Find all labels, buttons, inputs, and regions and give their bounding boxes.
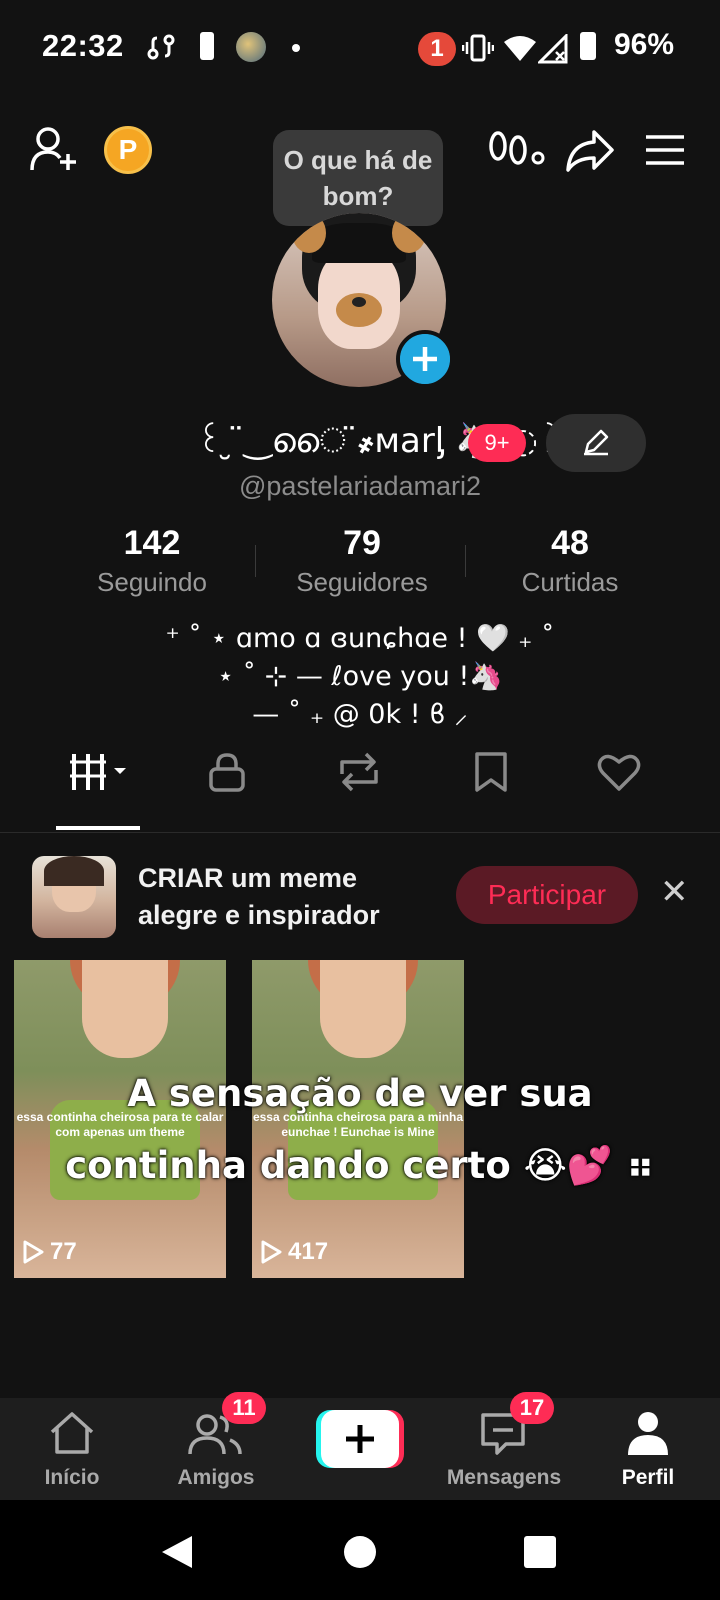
name-badge[interactable]: 9+ [468, 424, 526, 462]
overlay-caption-line: A sensação de ver sua [127, 1072, 593, 1115]
home-button-icon[interactable] [344, 1536, 376, 1568]
share-icon[interactable] [566, 128, 614, 172]
view-count-value: 417 [288, 1238, 329, 1265]
active-tab-indicator [56, 826, 140, 830]
bio-line: ⁺ ˚ ⋆ ɑmo ɑ ɞunɕhɑe ! 🤍 ₊ ˚ [165, 623, 555, 654]
following-label: Seguindo [97, 567, 207, 597]
play-icon [23, 1240, 44, 1264]
bio-line: ⋆ ˚ ⊹ — ℓove you !🦄 [217, 661, 503, 692]
footprints-icon[interactable] [488, 128, 546, 172]
profile-icon [628, 1412, 668, 1455]
pencil-icon [584, 429, 609, 456]
battery-percentage: 96% [614, 28, 675, 61]
followers-label: Seguidores [296, 567, 428, 597]
edit-profile-button[interactable] [546, 414, 646, 472]
tab-private[interactable] [172, 752, 282, 832]
more-notifications-dot [292, 44, 300, 52]
system-navigation [0, 1500, 720, 1600]
stat-followers[interactable]: 79 Seguidores [252, 524, 472, 598]
likes-label: Curtidas [521, 567, 619, 597]
add-friend-icon[interactable] [30, 126, 80, 172]
menu-icon[interactable] [644, 134, 686, 166]
nav-messages[interactable]: 17 Mensagens [432, 1392, 576, 1500]
tab-videos[interactable] [44, 752, 154, 832]
username: @pastelariadamari2 [238, 471, 482, 501]
followers-count: 79 [343, 524, 381, 562]
nav-home[interactable]: Início [0, 1398, 144, 1500]
notification-badge: 1 [418, 32, 456, 66]
stat-likes[interactable]: 48 Curtidas [460, 524, 680, 598]
tab-liked[interactable] [564, 752, 674, 832]
view-count-value: 77 [50, 1238, 77, 1265]
signal-icon [538, 34, 568, 64]
view-count: 77 [22, 1238, 77, 1266]
content-tabs [0, 752, 720, 833]
close-icon[interactable]: ✕ [660, 872, 689, 912]
status-time: 22:32 [42, 28, 124, 63]
route-icon [147, 34, 175, 60]
nav-messages-label: Mensagens [446, 1466, 562, 1489]
friends-badge: 11 [222, 1392, 266, 1424]
wifi-icon [504, 36, 536, 61]
vibrate-icon [462, 34, 494, 62]
coins-icon[interactable]: P [104, 126, 152, 174]
challenge-line: alegre e inspirador [138, 900, 380, 930]
challenge-thumbnail[interactable] [32, 856, 116, 938]
grid-icon [70, 754, 126, 790]
nav-home-label: Início [44, 1466, 100, 1489]
home-icon [50, 1412, 94, 1454]
overlay-caption-line: continha dando certo 😭💕 ⠶ [65, 1144, 655, 1187]
likes-count: 48 [551, 524, 589, 562]
play-icon [261, 1240, 282, 1264]
nav-friends[interactable]: 11 Amigos [144, 1392, 288, 1500]
nav-friends-label: Amigos [177, 1466, 255, 1489]
stat-following[interactable]: 142 Seguindo [42, 524, 262, 598]
heart-icon [597, 754, 641, 791]
challenge-text[interactable]: CRIAR um meme alegre e inspirador [138, 860, 380, 934]
whats-up-tooltip[interactable]: O que há de bom? [273, 130, 443, 226]
view-count: 417 [260, 1238, 328, 1266]
bio-line: — ˚ ₊ @ 0k ! ϐ ⸝ [252, 699, 468, 730]
add-story-icon[interactable] [396, 330, 454, 388]
repost-icon [340, 752, 378, 792]
profile-bio: ⁺ ˚ ⋆ ɑmo ɑ ɞunɕhɑe ! 🤍 ₊ ˚ ⋆ ˚ ⊹ — ℓove… [0, 620, 720, 734]
app-notification-icon [236, 32, 266, 62]
overlay-caption: A sensação de ver sua continha dando cer… [0, 1058, 720, 1202]
status-bar: 22:32 1 96% [0, 0, 720, 100]
recents-icon[interactable] [524, 1536, 556, 1568]
following-count: 142 [123, 524, 181, 562]
tab-reposts[interactable] [304, 752, 414, 832]
challenge-line: CRIAR um meme [138, 863, 358, 893]
lock-icon [209, 753, 245, 792]
battery-icon [580, 32, 596, 60]
create-button[interactable] [316, 1410, 404, 1468]
participate-button[interactable]: Participar [456, 866, 638, 924]
tab-saved[interactable] [436, 752, 546, 832]
nav-profile-label: Perfil [621, 1466, 675, 1489]
back-icon[interactable] [160, 1534, 194, 1570]
nav-profile[interactable]: Perfil [576, 1398, 720, 1500]
sim-icon [200, 32, 214, 60]
bookmark-icon [475, 752, 507, 792]
messages-badge: 17 [510, 1392, 554, 1424]
